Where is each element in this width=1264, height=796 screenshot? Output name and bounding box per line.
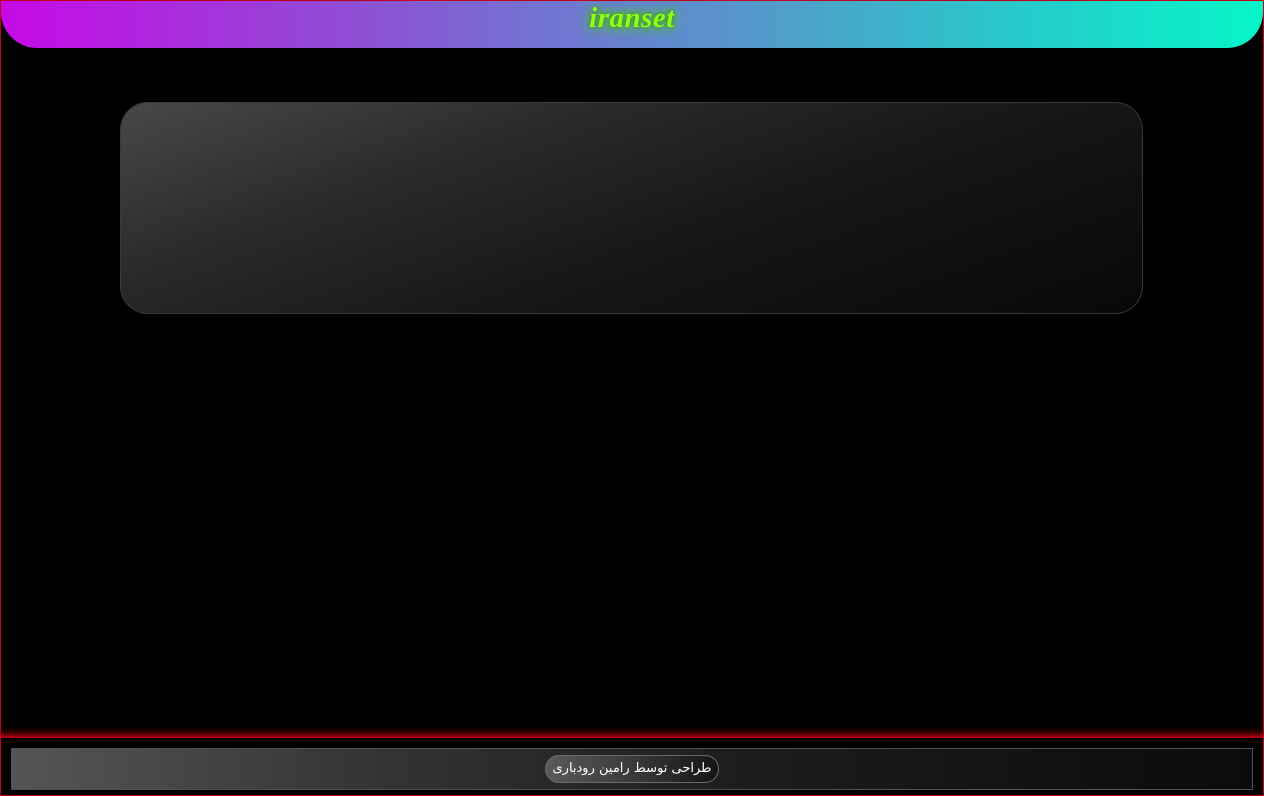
content-panel <box>120 102 1143 314</box>
site-title: iranset <box>589 2 675 34</box>
footer-divider <box>1 726 1263 738</box>
site-header: iranset <box>1 1 1263 48</box>
designer-credit: طراحی توسط رامین رودباری <box>545 755 719 783</box>
site-footer: طراحی توسط رامین رودباری <box>1 738 1263 795</box>
footer-bar: طراحی توسط رامین رودباری <box>11 748 1253 790</box>
